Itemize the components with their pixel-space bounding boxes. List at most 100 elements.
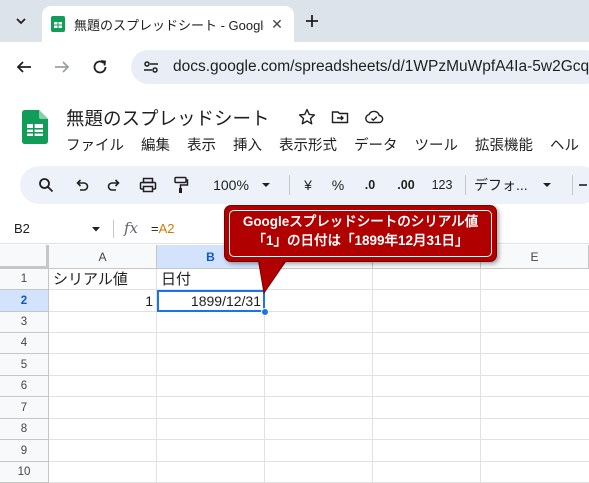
caret-down-icon [261,183,270,187]
row-header-7[interactable]: 7 [0,397,49,419]
formula-input[interactable]: =A2 [151,221,175,236]
number-format-button[interactable]: 123 [426,173,458,197]
column-header-e[interactable]: E [481,245,589,269]
docs-header: 無題のスプレッドシート ファイル 編集 表示 挿入 表示形式 データ ツール 拡… [0,92,589,158]
grid-line [49,439,589,440]
new-tab-button[interactable] [300,9,324,33]
menu-view[interactable]: 表示 [187,134,216,155]
row-header-6[interactable]: 6 [0,376,49,397]
tune-icon [144,61,158,73]
grid-line [49,375,589,376]
site-info-button[interactable] [141,57,161,77]
menu-data[interactable]: データ [354,134,398,155]
zoom-select[interactable]: 100% [206,173,278,197]
callout-text: Googleスプレッドシートのシリアル値 「1」の日付は「1899年12月31日… [225,212,496,250]
paint-format-button[interactable] [169,173,193,197]
cell-a2[interactable]: 1 [49,291,153,312]
menu-extensions[interactable]: 拡張機能 [475,134,533,155]
browser-tab-strip: 無題のスプレッドシート - Google ス ✕ [0,0,589,42]
arrow-left-icon [16,61,31,73]
menu-file[interactable]: ファイル [66,134,124,155]
menu-edit[interactable]: 編集 [141,134,170,155]
spreadsheet-grid[interactable]: A B C D E 1 2 3 4 5 6 7 8 9 10 シリアル値 日付 … [0,245,589,483]
cell-a1[interactable]: シリアル値 [53,269,128,290]
cell-b1[interactable]: 日付 [161,269,191,290]
menu-insert[interactable]: 挿入 [233,134,262,155]
toolbar-divider [465,175,466,195]
decrease-decimal-label: .0 [364,178,376,192]
select-all-corner[interactable] [0,245,49,269]
row-header-1[interactable]: 1 [0,269,49,290]
browser-toolbar: docs.google.com/spreadsheets/d/1WPzMuWpf… [0,42,589,92]
redo-button[interactable] [102,173,126,197]
font-family-value: デフォ... [474,177,528,193]
font-family-select[interactable]: デフォ... [474,173,564,197]
minus-icon [579,184,587,186]
percent-label: % [331,177,345,193]
grid-line [49,418,589,419]
fill-handle[interactable] [261,308,269,316]
annotation-callout: Googleスプレッドシートのシリアル値 「1」の日付は「1899年12月31日… [224,205,497,262]
redo-icon [107,179,120,191]
font-size-decrease-button[interactable] [576,173,589,197]
name-box[interactable]: B2 [14,221,30,236]
formula-prefix: = [151,221,159,236]
selected-cell-outline [157,290,265,312]
fx-icon: fx [124,219,139,237]
percent-format-button[interactable]: % [326,173,350,197]
undo-icon [76,179,89,191]
row-header-8[interactable]: 8 [0,419,49,440]
arrow-right-icon [55,61,70,73]
tab-search-button[interactable] [8,8,34,34]
increase-decimal-label: .00 [397,178,415,192]
move-to-folder-icon[interactable] [329,106,351,128]
row-header-2[interactable]: 2 [0,290,49,312]
google-sheets-logo-icon[interactable] [22,110,48,144]
url-text: docs.google.com/spreadsheets/d/1WPzMuWpf… [173,58,589,75]
print-button[interactable] [136,173,160,197]
cloud-saved-icon[interactable] [363,106,385,128]
row-header-10[interactable]: 10 [0,462,49,483]
caret-down-icon[interactable] [90,223,102,235]
row-header-9[interactable]: 9 [0,440,49,462]
menu-tools[interactable]: ツール [415,134,459,155]
active-tab[interactable]: 無題のスプレッドシート - Google ス ✕ [42,6,294,42]
search-icon [39,178,54,193]
row-header-3[interactable]: 3 [0,312,49,333]
grid-line [372,269,373,483]
grid-line [49,332,589,333]
decrease-decimal-button[interactable]: .0 [356,173,384,197]
search-menus-button[interactable] [34,173,58,197]
number-format-label: 123 [431,178,453,192]
grid-line [49,461,589,462]
address-bar[interactable]: docs.google.com/spreadsheets/d/1WPzMuWpf… [131,50,589,84]
formula-bar-divider [113,220,114,238]
print-icon [139,177,157,193]
document-title[interactable]: 無題のスプレッドシート [66,105,270,131]
increase-decimal-button[interactable]: .00 [390,173,422,197]
tab-close-icon[interactable]: ✕ [268,15,286,33]
menu-format[interactable]: 表示形式 [279,134,337,155]
toolbar-divider [572,175,573,195]
sheets-toolbar: 100% ¥ % .0 .00 123 デフォ... [20,166,589,204]
grid-line [49,353,589,354]
plus-icon [306,15,318,27]
menu-help[interactable]: ヘル [550,134,579,155]
currency-format-button[interactable]: ¥ [296,173,320,197]
back-button[interactable] [12,55,36,79]
formula-reference: A2 [158,221,175,236]
callout-line-2: 「1」の日付は「1899年12月31日」 [252,233,469,248]
currency-label: ¥ [304,177,312,193]
zoom-value: 100% [213,177,249,193]
grid-line [480,269,481,483]
row-header-4[interactable]: 4 [0,333,49,354]
reload-button[interactable] [88,55,112,79]
undo-button[interactable] [70,173,94,197]
column-header-a[interactable]: A [49,245,157,269]
star-icon[interactable] [296,106,318,128]
forward-button[interactable] [50,55,74,79]
row-header-5[interactable]: 5 [0,354,49,376]
caret-down-icon [542,183,551,187]
paint-format-icon [174,176,189,193]
callout-line-1: Googleスプレッドシートのシリアル値 [242,214,479,229]
